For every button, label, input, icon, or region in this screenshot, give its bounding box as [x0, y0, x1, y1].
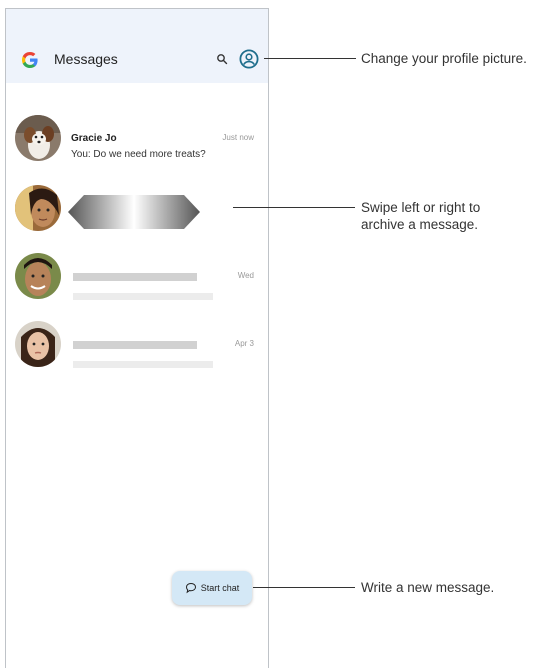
- start-chat-label: Start chat: [200, 583, 240, 593]
- placeholder-preview: [73, 361, 213, 368]
- avatar: [15, 321, 61, 367]
- callout-swipe-line2: archive a message.: [361, 217, 479, 232]
- start-chat-button[interactable]: Start chat: [172, 571, 252, 605]
- callout-profile: Change your profile picture.: [361, 51, 527, 66]
- account-circle-icon[interactable]: [239, 49, 259, 69]
- avatar: [15, 185, 61, 231]
- contact-name: Gracie Jo: [71, 133, 117, 144]
- avatar: [15, 253, 61, 299]
- google-g-icon: [22, 52, 38, 68]
- search-icon[interactable]: [216, 53, 228, 65]
- conversation-item[interactable]: Apr 3: [6, 321, 268, 371]
- avatar: [15, 115, 61, 161]
- app-title: Messages: [54, 51, 118, 67]
- conversation-item-swiping[interactable]: [6, 185, 268, 235]
- callout-line-swipe: [233, 207, 355, 208]
- conversation-item[interactable]: Wed: [6, 253, 268, 303]
- chat-bubble-icon: [185, 582, 196, 594]
- placeholder-name: [73, 341, 197, 349]
- message-time: Wed: [237, 271, 254, 280]
- callout-line-profile: [264, 58, 356, 59]
- swipe-gesture-indicator: [68, 195, 200, 229]
- phone-screen: Messages Gracie Jo You: Do we need more …: [5, 8, 269, 668]
- callout-line-new-message: [253, 587, 355, 588]
- message-preview: You: Do we need more treats?: [71, 149, 206, 160]
- callout-swipe-line1: Swipe left or right to: [361, 200, 481, 215]
- app-bar: Messages: [6, 9, 268, 83]
- conversation-item[interactable]: Gracie Jo You: Do we need more treats? J…: [6, 115, 268, 165]
- placeholder-preview: [73, 293, 213, 300]
- callout-new-message: Write a new message.: [361, 580, 495, 595]
- message-time: Just now: [222, 133, 254, 142]
- placeholder-name: [73, 273, 197, 281]
- message-time: Apr 3: [234, 339, 254, 348]
